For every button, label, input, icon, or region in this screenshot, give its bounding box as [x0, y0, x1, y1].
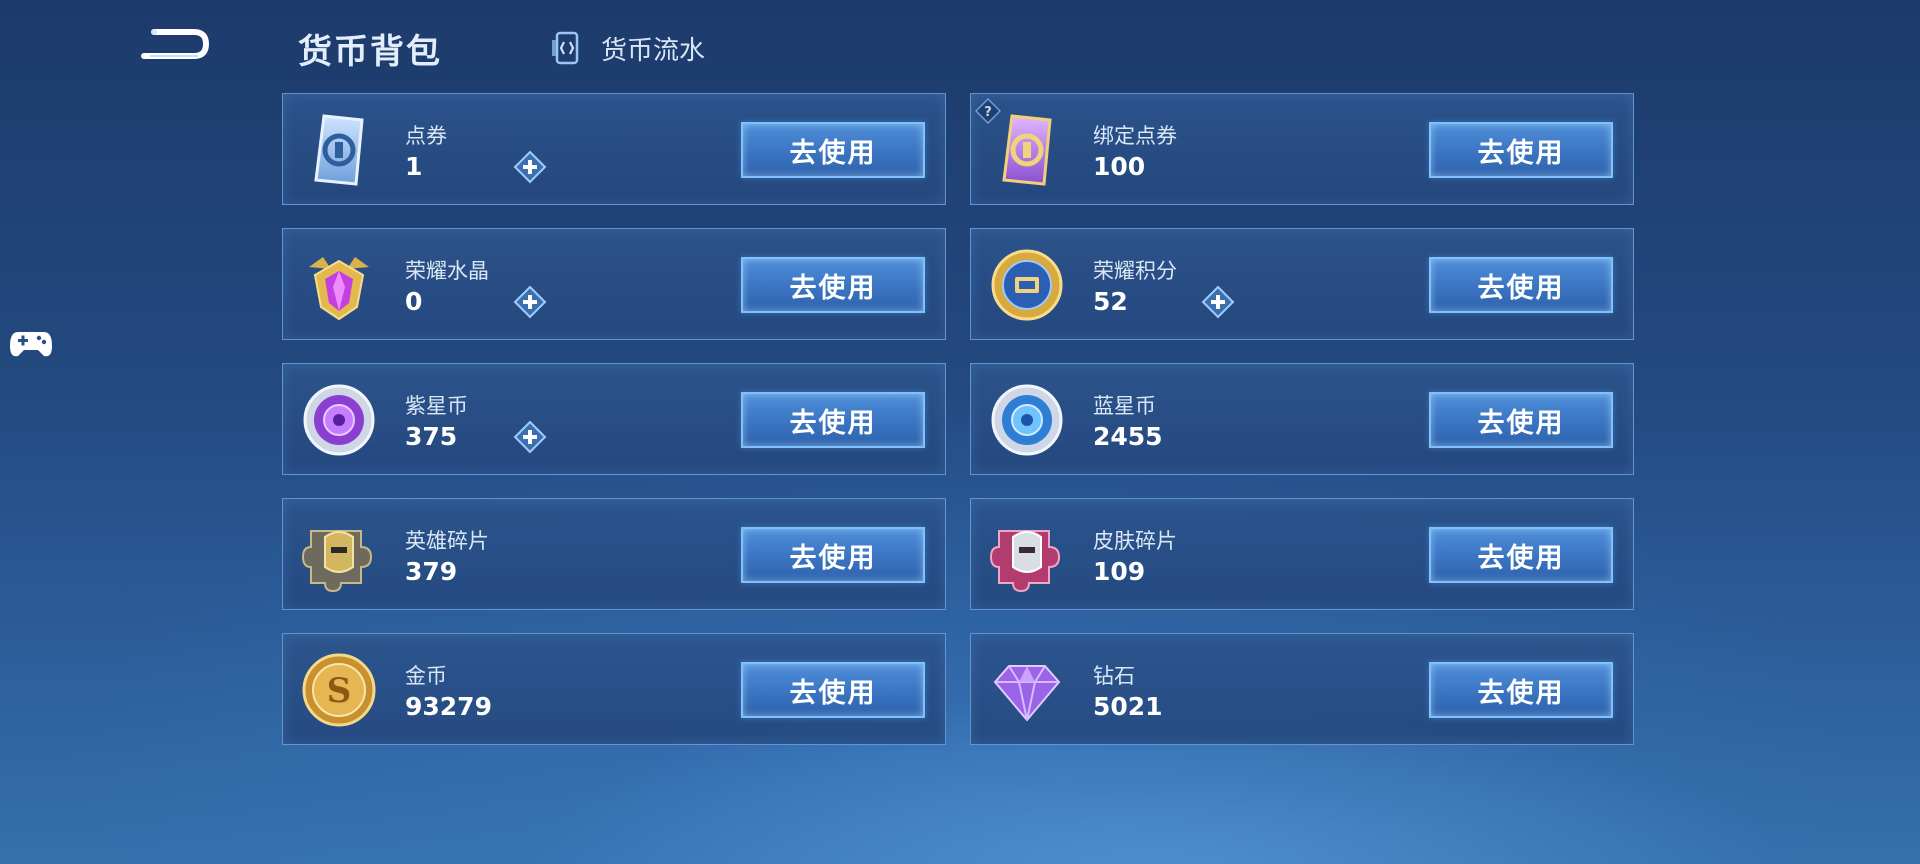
currency-amount: 93279: [405, 692, 492, 721]
plus-icon: [513, 420, 547, 454]
currency-amount: 0: [405, 287, 423, 316]
currency-name: 蓝星币: [1093, 394, 1156, 418]
plus-icon: [513, 150, 547, 184]
gold-coin-icon: S: [301, 652, 377, 728]
svg-text:S: S: [327, 671, 352, 711]
use-glory-crystal-button[interactable]: 去使用: [741, 257, 925, 313]
currency-amount: 1: [405, 152, 423, 181]
use-hero-fragment-button[interactable]: 去使用: [741, 527, 925, 583]
currency-card-blue-star-coin: 蓝星币 2455 去使用: [970, 363, 1634, 475]
plus-icon: [513, 285, 547, 319]
use-blue-star-coin-button[interactable]: 去使用: [1429, 392, 1613, 448]
currency-name: 绑定点券: [1093, 124, 1177, 148]
currency-amount: 379: [405, 557, 458, 586]
use-purple-star-coin-button[interactable]: 去使用: [741, 392, 925, 448]
glory-points-icon: [989, 247, 1065, 323]
add-voucher-button[interactable]: [513, 150, 547, 184]
currency-card-hero-fragment: 英雄碎片 379 去使用: [282, 498, 946, 610]
glory-crystal-icon: [301, 247, 377, 323]
currency-amount: 109: [1093, 557, 1146, 586]
use-gold-coin-button[interactable]: 去使用: [741, 662, 925, 718]
add-glory-points-button[interactable]: [1201, 285, 1235, 319]
add-purple-star-coin-button[interactable]: [513, 420, 547, 454]
voucher-blue-icon: [301, 112, 377, 188]
currency-name: 点券: [405, 124, 447, 148]
currency-flow-label: 货币流水: [601, 35, 706, 66]
currency-flow-icon: [552, 31, 579, 65]
blue-star-coin-icon: [989, 382, 1065, 458]
currency-name: 钻石: [1093, 664, 1135, 688]
currency-card-glory-points: 荣耀积分 52 去使用: [970, 228, 1634, 340]
purple-star-coin-icon: [301, 382, 377, 458]
back-arrow-icon: [141, 29, 210, 59]
currency-name: 金币: [405, 664, 447, 688]
currency-name: 皮肤碎片: [1093, 529, 1177, 553]
use-voucher-button[interactable]: 去使用: [741, 122, 925, 178]
use-glory-points-button[interactable]: 去使用: [1429, 257, 1613, 313]
currency-card-gold-coin: S 金币 93279 去使用: [282, 633, 946, 745]
hero-fragment-icon: [301, 517, 377, 593]
use-bound-voucher-button[interactable]: 去使用: [1429, 122, 1613, 178]
currency-card-voucher: 点券 1 去使用: [282, 93, 946, 205]
currency-amount: 2455: [1093, 422, 1163, 451]
currency-name: 荣耀积分: [1093, 259, 1177, 283]
currency-card-skin-fragment: 皮肤碎片 109 去使用: [970, 498, 1634, 610]
use-skin-fragment-button[interactable]: 去使用: [1429, 527, 1613, 583]
diamond-icon: [989, 652, 1065, 728]
currency-amount: 52: [1093, 287, 1128, 316]
currency-amount: 100: [1093, 152, 1146, 181]
currency-card-purple-star-coin: 紫星币 375 去使用: [282, 363, 946, 475]
plus-icon: [1201, 285, 1235, 319]
currency-card-bound-voucher: ? 绑定点券 100 去使用: [970, 93, 1634, 205]
currency-name: 荣耀水晶: [405, 259, 489, 283]
gamepad-icon[interactable]: [8, 326, 54, 360]
back-button[interactable]: [136, 26, 212, 66]
currency-amount: 5021: [1093, 692, 1163, 721]
bound-voucher-purple-icon: [989, 112, 1065, 188]
currency-name: 英雄碎片: [405, 529, 489, 553]
use-diamond-button[interactable]: 去使用: [1429, 662, 1613, 718]
currency-card-glory-crystal: 荣耀水晶 0 去使用: [282, 228, 946, 340]
skin-fragment-icon: [989, 517, 1065, 593]
add-glory-crystal-button[interactable]: [513, 285, 547, 319]
currency-card-diamond: 钻石 5021 去使用: [970, 633, 1634, 745]
page-title: 货币背包: [298, 32, 442, 72]
currency-amount: 375: [405, 422, 458, 451]
tab-currency-flow[interactable]: 货币流水: [545, 28, 705, 68]
currency-name: 紫星币: [405, 394, 468, 418]
